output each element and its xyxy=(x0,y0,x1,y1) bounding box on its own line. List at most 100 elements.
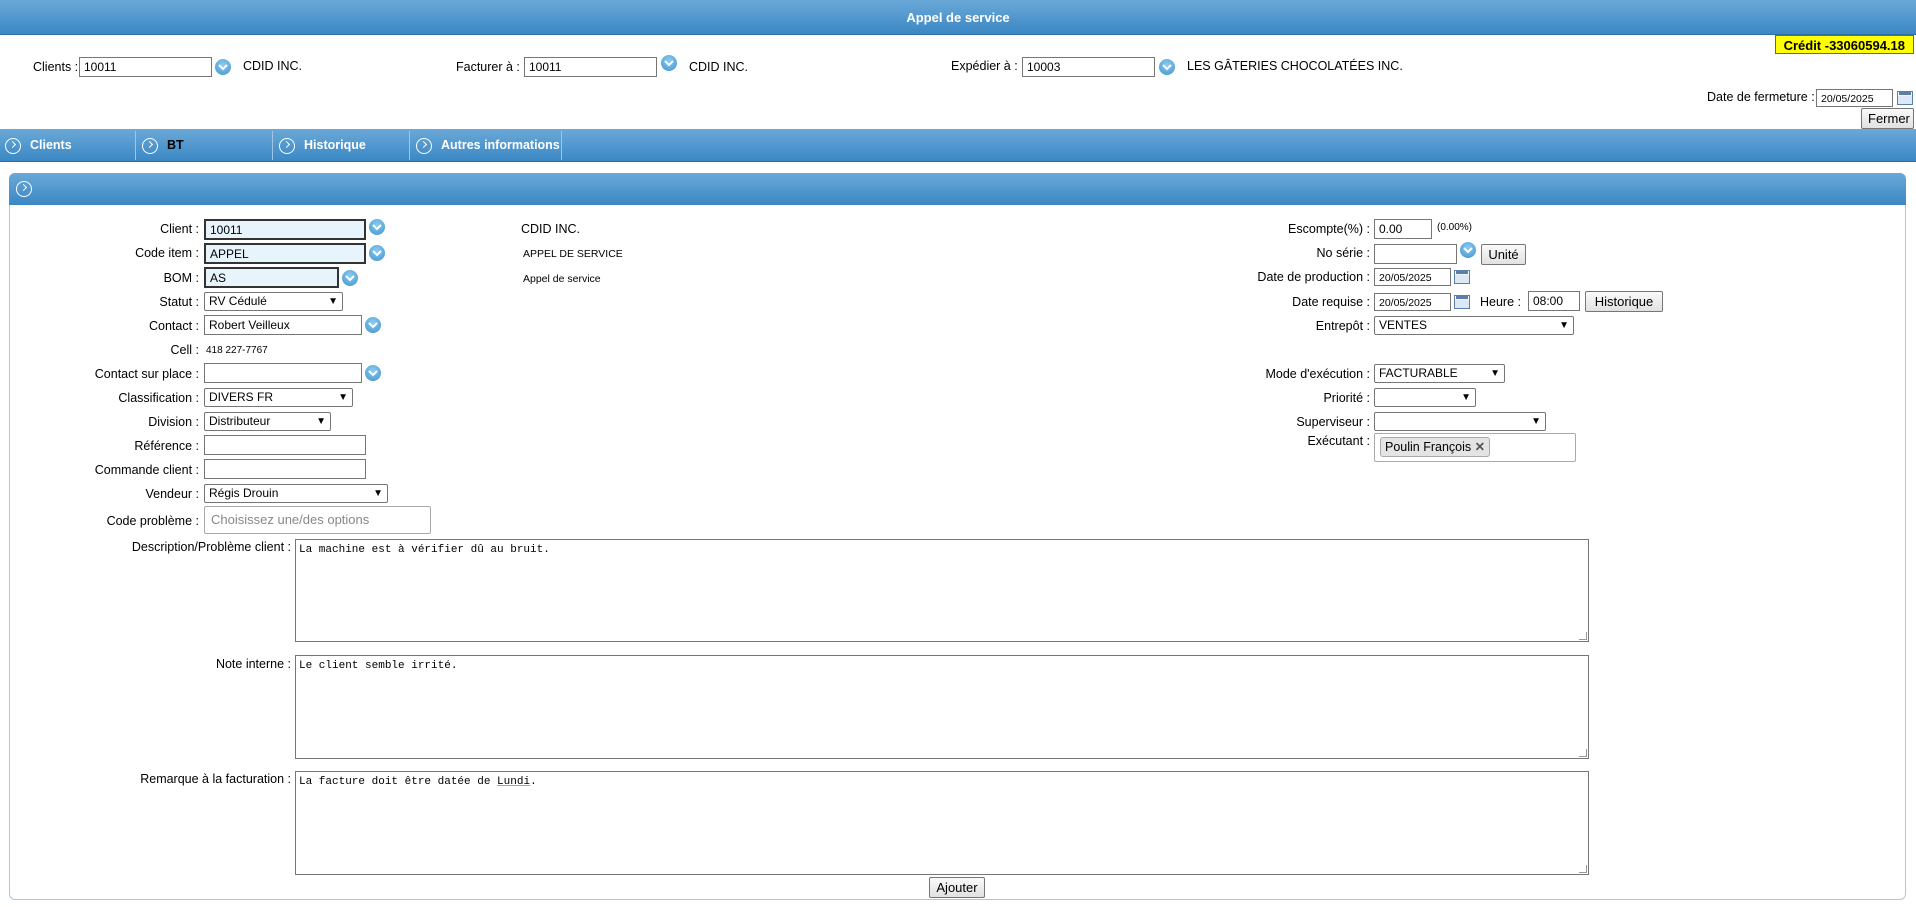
contact-place-label: Contact sur place : xyxy=(94,367,199,381)
date-requise-input[interactable]: 20/05/2025 xyxy=(1374,293,1451,311)
classification-select[interactable]: DIVERS FR ▼ xyxy=(204,388,353,407)
item-input[interactable]: APPEL xyxy=(204,243,366,264)
resize-grip-icon[interactable] xyxy=(1579,749,1587,757)
client-label: Client : xyxy=(160,222,199,236)
statut-label: Statut : xyxy=(159,295,199,309)
remarque-label: Remarque à la facturation : xyxy=(140,772,291,786)
chevron-down-icon: ▼ xyxy=(1559,320,1569,331)
priorite-label: Priorité : xyxy=(1323,391,1370,405)
reference-input[interactable] xyxy=(204,435,366,455)
contact-place-dropdown-icon[interactable] xyxy=(365,365,381,381)
commande-input[interactable] xyxy=(204,459,366,479)
contact-input[interactable]: Robert Veilleux xyxy=(204,315,362,335)
tab-historique[interactable]: Historique xyxy=(274,131,410,160)
clients-input[interactable]: 10011 xyxy=(79,57,212,77)
resize-grip-icon[interactable] xyxy=(1579,865,1587,873)
tab-autres-informations[interactable]: Autres informations xyxy=(411,131,562,160)
calendar-icon[interactable] xyxy=(1454,270,1470,284)
clients-label: Clients : xyxy=(33,60,79,74)
expedier-dropdown-icon[interactable] xyxy=(1159,59,1175,75)
calendar-icon[interactable] xyxy=(1454,295,1470,309)
historique-button[interactable]: Historique xyxy=(1585,291,1663,312)
expedier-input[interactable]: 10003 xyxy=(1022,57,1155,77)
contact-place-input[interactable] xyxy=(204,363,362,383)
chevron-down-icon: ▼ xyxy=(1531,416,1541,427)
bom-input[interactable]: AS xyxy=(204,267,339,288)
heure-input[interactable]: 08:00 xyxy=(1528,291,1580,311)
contact-dropdown-icon[interactable] xyxy=(365,317,381,333)
closing-date-label: Date de fermeture : xyxy=(1707,90,1815,104)
chevron-down-icon: ▼ xyxy=(1461,392,1471,403)
credit-badge: Crédit -33060594.18 xyxy=(1774,35,1914,54)
chevron-down-icon: ▼ xyxy=(338,392,348,403)
clients-dropdown-icon[interactable] xyxy=(215,59,231,75)
item-description: APPEL DE SERVICE xyxy=(523,248,623,260)
noserie-label: No série : xyxy=(1316,246,1371,260)
tab-clients[interactable]: Clients xyxy=(0,131,136,160)
escompte-input[interactable]: 0.00 xyxy=(1374,219,1432,239)
contact-label: Contact : xyxy=(148,319,199,333)
priorite-select[interactable]: ▼ xyxy=(1374,388,1476,407)
client-name: CDID INC. xyxy=(521,222,581,236)
cell-value: 418 227-7767 xyxy=(206,345,268,356)
bom-label: BOM : xyxy=(163,271,199,285)
note-interne-textarea[interactable]: Le client semble irrité. xyxy=(295,655,1589,759)
facturer-dropdown-icon[interactable] xyxy=(661,55,677,71)
tab-bt[interactable]: BT xyxy=(137,131,273,160)
item-dropdown-icon[interactable] xyxy=(369,245,385,261)
superviseur-label: Superviseur : xyxy=(1296,415,1370,429)
client-input[interactable]: 10011 xyxy=(204,219,366,240)
escompte-label: Escompte(%) : xyxy=(1288,222,1370,236)
statut-select[interactable]: RV Cédulé ▼ xyxy=(204,292,343,311)
facturer-label: Facturer à : xyxy=(456,60,520,74)
unite-button[interactable]: Unité xyxy=(1481,244,1526,265)
division-label: Division : xyxy=(148,415,199,429)
remarque-textarea[interactable]: La facture doit être datée de Lundi. xyxy=(295,771,1589,875)
mode-execution-select[interactable]: FACTURABLE ▼ xyxy=(1374,364,1505,383)
chevron-down-icon: ▼ xyxy=(373,488,383,499)
client-dropdown-icon[interactable] xyxy=(369,219,385,235)
noserie-input[interactable] xyxy=(1374,244,1457,264)
facturer-name: CDID INC. xyxy=(689,60,749,74)
entrepot-label: Entrepôt : xyxy=(1315,319,1370,333)
bom-dropdown-icon[interactable] xyxy=(342,270,358,286)
superviseur-select[interactable]: ▼ xyxy=(1374,412,1546,431)
facturer-input[interactable]: 10011 xyxy=(524,57,657,77)
circle-arrow-right-icon xyxy=(5,138,21,154)
executant-tag: Poulin François ✕ xyxy=(1380,437,1491,457)
date-requise-label: Date requise : xyxy=(1292,295,1370,309)
close-button[interactable]: Fermer xyxy=(1861,108,1914,129)
clients-name: CDID INC. xyxy=(243,59,303,73)
description-textarea[interactable]: La machine est à vérifier dû au bruit. xyxy=(295,539,1589,642)
chevron-down-icon: ▼ xyxy=(1490,368,1500,379)
noserie-dropdown-icon[interactable] xyxy=(1460,242,1476,258)
expedier-name: LES GÂTERIES CHOCOLATÉES INC. xyxy=(1187,59,1403,73)
item-label: Code item : xyxy=(135,246,199,260)
entrepot-select[interactable]: VENTES ▼ xyxy=(1374,316,1574,335)
commande-label: Commande client : xyxy=(94,463,199,477)
close-icon[interactable]: ✕ xyxy=(1475,440,1485,454)
vendeur-label: Vendeur : xyxy=(145,487,199,501)
window-title: Appel de service xyxy=(0,0,1916,35)
heure-label: Heure : xyxy=(1480,295,1521,309)
circle-arrow-right-icon xyxy=(142,138,158,154)
description-label: Description/Problème client : xyxy=(131,540,291,554)
resize-grip-icon[interactable] xyxy=(1579,632,1587,640)
chevron-down-icon: ▼ xyxy=(328,296,338,307)
closing-date-input[interactable]: 20/05/2025 xyxy=(1816,89,1893,107)
classification-label: Classification : xyxy=(118,391,199,405)
mode-execution-label: Mode d'exécution : xyxy=(1265,367,1370,381)
division-select[interactable]: Distributeur ▼ xyxy=(204,412,331,431)
note-interne-label: Note interne : xyxy=(215,657,291,671)
reference-label: Référence : xyxy=(134,439,199,453)
cell-label: Cell : xyxy=(170,343,199,357)
code-probleme-multiselect[interactable]: Choisissez une/des options xyxy=(204,506,431,534)
panel-header[interactable] xyxy=(9,173,1906,205)
date-production-label: Date de production : xyxy=(1257,270,1370,284)
escompte-percent: (0.00%) xyxy=(1437,222,1473,233)
vendeur-select[interactable]: Régis Drouin ▼ xyxy=(204,484,388,503)
chevron-down-icon: ▼ xyxy=(316,416,326,427)
calendar-icon[interactable] xyxy=(1897,91,1913,105)
date-production-input[interactable]: 20/05/2025 xyxy=(1374,268,1451,286)
add-button[interactable]: Ajouter xyxy=(929,877,985,898)
